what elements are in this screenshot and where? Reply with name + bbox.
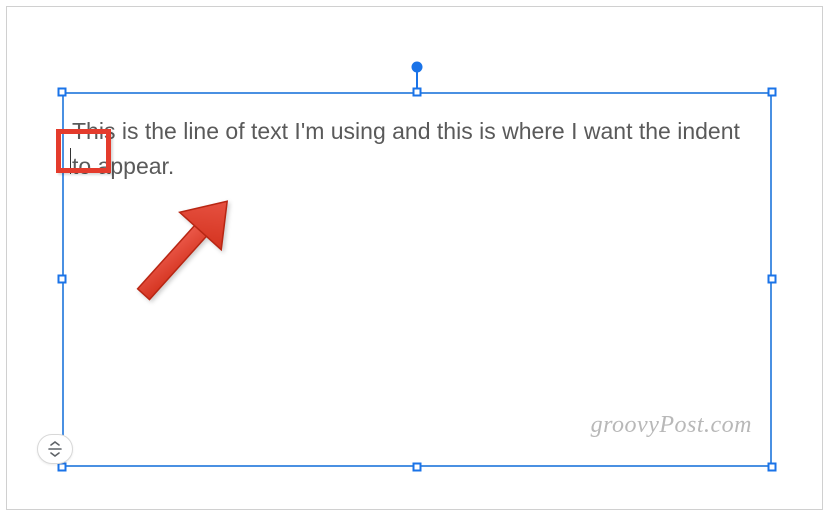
canvas-frame: This is the line of text I'm using and t… bbox=[6, 6, 823, 510]
watermark-text: groovyPost.com bbox=[591, 412, 752, 439]
line-spacing-icon bbox=[46, 440, 64, 458]
line-spacing-button[interactable] bbox=[37, 434, 73, 464]
resize-handle-bottom-middle[interactable] bbox=[413, 463, 422, 472]
resize-handle-middle-left[interactable] bbox=[58, 275, 67, 284]
resize-handle-middle-right[interactable] bbox=[768, 275, 777, 284]
resize-handle-top-middle[interactable] bbox=[413, 88, 422, 97]
resize-handle-bottom-right[interactable] bbox=[768, 463, 777, 472]
selected-text-box[interactable]: This is the line of text I'm using and t… bbox=[62, 92, 772, 467]
text-box-content[interactable]: This is the line of text I'm using and t… bbox=[72, 114, 762, 183]
resize-handle-top-left[interactable] bbox=[58, 88, 67, 97]
rotation-handle[interactable] bbox=[412, 62, 423, 73]
text-cursor bbox=[70, 148, 71, 174]
resize-handle-top-right[interactable] bbox=[768, 88, 777, 97]
